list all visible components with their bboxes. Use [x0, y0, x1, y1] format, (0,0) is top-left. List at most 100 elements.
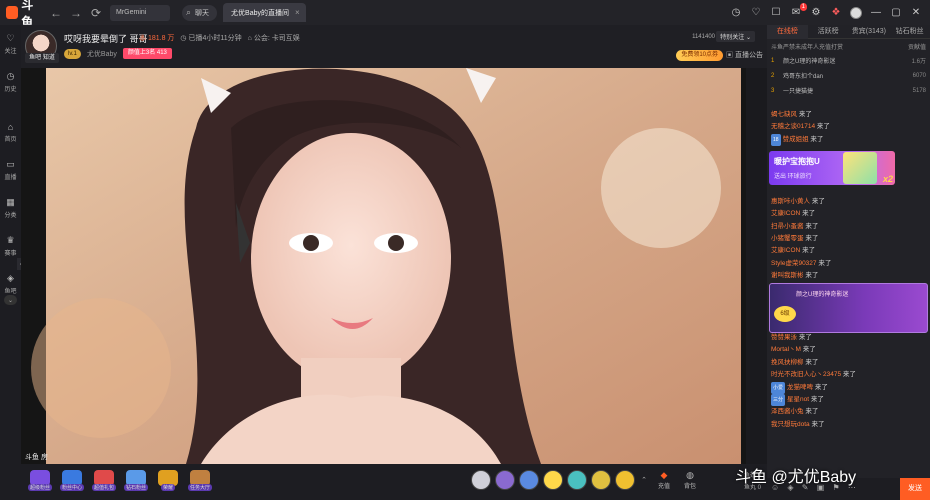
- honor-button[interactable]: 荣耀: [155, 470, 181, 491]
- trophy-icon: ♛: [6, 235, 15, 245]
- avatar-tag: 鱼吧 知道: [25, 53, 59, 63]
- gift-bar: 超级粉丝 粉丝中心 超值礼包 钻石粉丝 荣耀 任务大厅 ⌃ ◆ 充值 ◍ 背包 …: [21, 464, 767, 500]
- fan-center-button[interactable]: 粉丝中心: [59, 470, 85, 491]
- gift-item[interactable]: [591, 470, 611, 490]
- chat-user[interactable]: 艾康ICON: [771, 210, 800, 217]
- chat-user[interactable]: 挽风扶柳柳: [771, 359, 804, 366]
- gift-item[interactable]: [567, 470, 587, 490]
- fish-icon: ◈: [7, 273, 14, 283]
- chat-text: 来了: [818, 259, 832, 267]
- chat-text: 来了: [805, 358, 819, 366]
- forward-icon[interactable]: →: [68, 5, 84, 21]
- back-icon[interactable]: ←: [48, 5, 64, 21]
- video-player[interactable]: 斗鱼 房: [21, 68, 746, 464]
- search-input[interactable]: MrGemini: [110, 4, 170, 21]
- level-medal: 6级: [774, 306, 796, 322]
- value-pack-button[interactable]: 超值礼包: [91, 470, 117, 491]
- sidebar-label: 赛事: [4, 251, 17, 257]
- tab-vip[interactable]: 贵宾(3143): [849, 25, 890, 39]
- chat-text: 来了: [805, 222, 819, 230]
- chat-message: 18 赞成姐姐 来了: [767, 133, 930, 147]
- chat-user[interactable]: 艾康ICON: [771, 247, 800, 254]
- tab-online-rank[interactable]: 在线榜: [767, 24, 808, 39]
- diamond-fan-button[interactable]: 钻石粉丝: [123, 470, 149, 491]
- task-icon[interactable]: ☐: [770, 7, 782, 18]
- chat-text: 来了: [802, 247, 816, 255]
- chat-user[interactable]: 扫帚小蚤酱: [771, 223, 804, 230]
- chat-user[interactable]: 龙猫啤啤: [787, 384, 813, 391]
- chat-user[interactable]: 赞成姐姐: [783, 136, 809, 143]
- live-time: ◷ 已播4小时11分钟: [180, 35, 242, 42]
- gift-banner[interactable]: 暖护宝抱抱U 送出 环球旅行 x2: [769, 151, 895, 185]
- chat-message: 小爱 龙猫啤啤 来了: [767, 381, 930, 394]
- task-hall-button[interactable]: 任务大厅: [187, 470, 213, 491]
- tab-active-rank[interactable]: 活跃榜: [808, 25, 849, 39]
- message-icon[interactable]: ✉ 1: [790, 3, 807, 18]
- sidebar-item-category[interactable]: ▦ 分类: [0, 189, 21, 227]
- gift-item[interactable]: [543, 470, 563, 490]
- refresh-icon[interactable]: ⟳: [88, 5, 104, 21]
- gift-item[interactable]: [519, 470, 539, 490]
- chat-pill[interactable]: ⌕ 聊天: [182, 4, 218, 21]
- sidebar-item-follow[interactable]: ♡ 关注: [0, 25, 21, 63]
- stream-overlay-text: 斗鱼 @尤优Baby: [735, 469, 857, 486]
- notice-button[interactable]: ▣ 直播公告: [726, 50, 763, 60]
- chat-user[interactable]: 小猪蟹零蛋: [771, 235, 804, 242]
- level-up-banner[interactable]: 颜之U理的神奇影迷 6级: [769, 283, 928, 333]
- super-fan-button[interactable]: 超级粉丝: [27, 470, 53, 491]
- gift-item[interactable]: [615, 470, 635, 490]
- chat-user[interactable]: 谢叫我斯彬: [771, 272, 804, 279]
- sidebar-item-live[interactable]: ▭ 直播: [0, 151, 21, 189]
- charge-button[interactable]: ◆ 充值: [653, 470, 675, 490]
- send-button[interactable]: 发送: [900, 478, 930, 500]
- sidebar-item-home[interactable]: ⌂ 首页: [0, 113, 21, 151]
- settings-icon[interactable]: ⚙: [810, 7, 822, 18]
- chat-text: 来了: [805, 272, 819, 280]
- more-chevron-icon[interactable]: ⌄: [4, 295, 17, 305]
- banner-multiplier: x2: [882, 174, 893, 184]
- chat-user[interactable]: 星星not: [787, 396, 809, 403]
- tab-room[interactable]: 尤优Baby的直播间 ×: [223, 3, 306, 22]
- chat-user[interactable]: Style虚荣90327: [771, 260, 817, 267]
- favorite-icon[interactable]: ♡: [750, 7, 762, 18]
- anchor-name[interactable]: 尤优Baby: [87, 49, 117, 59]
- chat-message: Mortal丶M 来了: [767, 344, 930, 356]
- sidebar-label: 历史: [4, 87, 17, 93]
- gift-box-icon[interactable]: ❖: [830, 7, 842, 18]
- chat-user[interactable]: 惠斯咔小黄人: [771, 198, 810, 205]
- chat-user[interactable]: Mortal丶M: [771, 346, 801, 353]
- right-panel: 在线榜 活跃榜 贵宾(3143) 钻石粉丝 斗鱼严禁未成年人充值打赏 贡献值 1…: [767, 24, 930, 500]
- sidebar-item-history[interactable]: ◷ 历史: [0, 63, 21, 101]
- chat-user[interactable]: 蝎七缺风: [771, 111, 797, 118]
- bag-button[interactable]: ◍ 背包: [679, 470, 701, 490]
- gift-item[interactable]: [471, 470, 491, 490]
- free-coupon-button[interactable]: 免费领10点券: [676, 50, 723, 61]
- chat-text: 来了: [811, 420, 825, 428]
- follow-button[interactable]: 特别关注 ⌄: [716, 31, 755, 42]
- user-avatar[interactable]: [850, 6, 862, 19]
- close-tab-icon[interactable]: ×: [295, 8, 300, 17]
- gift-expand-icon[interactable]: ⌃: [639, 476, 649, 484]
- rank-row[interactable]: 1 颜之U理的神奇影迷 1.6万: [767, 53, 930, 68]
- maximize-icon[interactable]: ▢: [890, 7, 902, 18]
- room-meta: ♨ 181.8 万 ◷ 已播4小时11分钟 ⌂ 公会: 卡司互娱: [139, 33, 300, 43]
- chat-user[interactable]: 无稽之谈01714: [771, 123, 815, 130]
- chat-user[interactable]: 赞赞果泳: [771, 334, 797, 341]
- gift-item[interactable]: [495, 470, 515, 490]
- minimize-icon[interactable]: —: [870, 7, 882, 18]
- chat-user[interactable]: 我只想玩dota: [771, 421, 810, 428]
- rank-row[interactable]: 3 一只捷猫捷 5178: [767, 83, 930, 98]
- chat-user[interactable]: 时光不改旧人心丶23475: [771, 371, 841, 378]
- history-icon[interactable]: ◷: [730, 7, 742, 18]
- logo-icon: [6, 6, 19, 19]
- guild[interactable]: ⌂ 公会: 卡司互娱: [248, 33, 300, 43]
- chat-message: 无稽之谈01714 来了: [767, 121, 930, 133]
- tab-diamond-fans[interactable]: 钻石粉丝: [889, 25, 930, 39]
- rank-pill[interactable]: 颜值上3名 413: [122, 48, 172, 59]
- chat-user[interactable]: 泽西酱小兔: [771, 408, 804, 415]
- chat-message: 挽风扶柳柳 来了: [767, 357, 930, 369]
- close-window-icon[interactable]: ✕: [910, 7, 922, 18]
- rank-row[interactable]: 2 鸡哥东扣个dan 6070: [767, 68, 930, 83]
- home-icon: ⌂: [7, 121, 14, 132]
- sidebar-label: 关注: [4, 49, 17, 55]
